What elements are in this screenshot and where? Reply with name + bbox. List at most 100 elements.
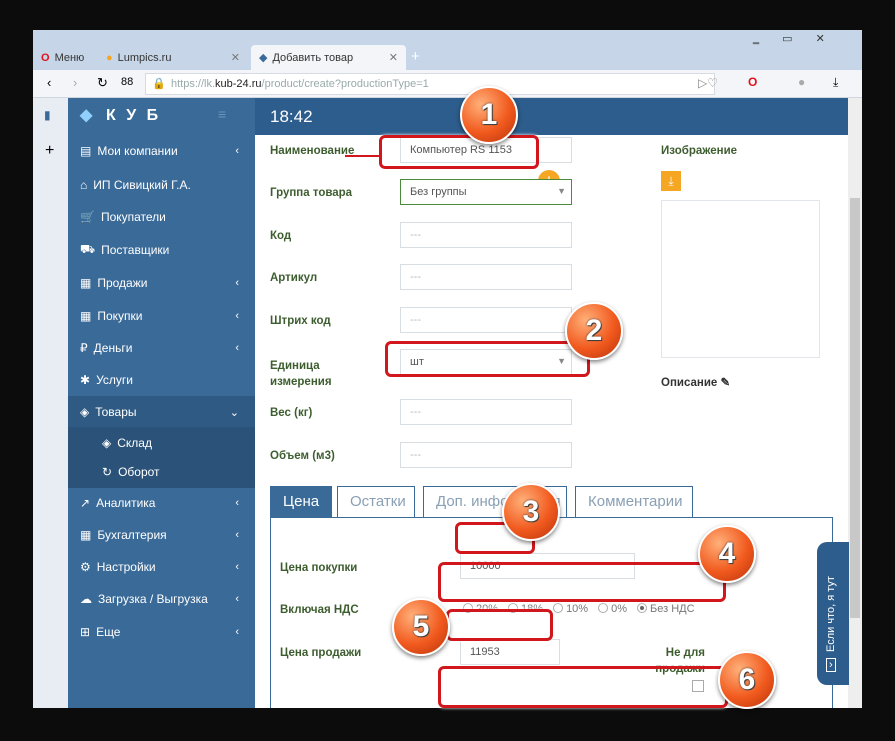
barcode-input[interactable]: --- (400, 307, 572, 333)
chevron-icon: ‹ (235, 277, 239, 289)
vpn-icon[interactable]: ● (798, 75, 805, 89)
sidebar-item-label: Деньги (93, 341, 133, 355)
code-input[interactable]: --- (400, 222, 572, 248)
vat-radio[interactable]: 10% (553, 603, 588, 615)
add-icon[interactable]: + (45, 142, 54, 160)
sidebar-item[interactable]: ⚙ Настройки ‹ (68, 551, 255, 583)
sidebar-item-icon: ▤ (80, 144, 92, 158)
weight-input[interactable]: --- (400, 399, 572, 425)
vat-radio[interactable]: Без НДС (637, 603, 695, 615)
sidebar-item-label: Оборот (118, 465, 160, 479)
sidebar-item[interactable]: ₽ Деньги ‹ (68, 332, 255, 364)
download-icon[interactable]: ⤓ (833, 75, 838, 90)
close-tab-icon[interactable]: ✕ (231, 51, 240, 64)
sidebar-item-icon: ⚙ (80, 560, 91, 574)
chevron-icon: ‹ (235, 145, 239, 157)
volume-label: Объем (м3) (270, 450, 335, 462)
buy-price-label: Цена покупки (280, 562, 358, 574)
sidebar-item[interactable]: ⌂ ИП Сивицкий Г.А. (68, 169, 255, 201)
article-input[interactable]: --- (400, 264, 572, 290)
sell-price-input[interactable]: 11953 (460, 639, 560, 665)
chevron-down-icon: ▼ (557, 186, 566, 196)
group-select[interactable]: Без группы ▼ (400, 179, 572, 205)
sidebar-item[interactable]: ▦ Покупки ‹ (68, 300, 255, 332)
sidebar-item[interactable]: ✱ Услуги (68, 364, 255, 396)
sidebar-item[interactable]: ▤ Мои компании ‹ (68, 135, 255, 167)
sidebar-item[interactable]: ↻ Оборот (68, 456, 255, 488)
sidebar-item-label: Склад (117, 436, 152, 450)
close-tab-icon[interactable]: ✕ (389, 51, 398, 64)
bookmark-heart-icon[interactable]: ▷♡ (698, 76, 718, 90)
sidebar-item-label: Бухгалтерия (97, 528, 167, 542)
sidebar-item[interactable]: ☁ Загрузка / Выгрузка ‹ (68, 583, 255, 615)
sidebar-item-icon: ◈ (102, 436, 112, 450)
window-controls[interactable]: ‗ ▭ ✕ (753, 32, 835, 45)
sidebar-item[interactable]: ⛟ Поставщики (68, 234, 255, 266)
sidebar-item-icon: ⌂ (80, 178, 88, 192)
tab-comments[interactable]: Комментарии (575, 486, 693, 518)
scrollbar[interactable] (848, 98, 862, 708)
back-icon[interactable]: ‹ (47, 75, 51, 90)
hamburger-icon[interactable]: ≡ (218, 106, 229, 122)
tab-lumpics[interactable]: ● Lumpics.ru ✕ (98, 45, 248, 70)
new-tab-icon[interactable]: + (411, 48, 420, 65)
sidebar-item[interactable]: 🛒 Покупатели (68, 201, 255, 233)
tab-price[interactable]: Цена (270, 486, 333, 518)
opera-extension-icon[interactable]: O (748, 75, 757, 89)
sidebar-item[interactable]: ▦ Бухгалтерия ‹ (68, 519, 255, 551)
chevron-icon: ‹ (235, 342, 239, 354)
code-label: Код (270, 230, 292, 242)
lock-icon: 🔒 (152, 78, 166, 90)
sidebar-item-label: Настройки (96, 560, 156, 574)
highlight-line (345, 155, 381, 157)
chevron-icon: ‹ (235, 497, 239, 509)
sidebar-item[interactable]: ⊞ Еще ‹ (68, 616, 255, 648)
sidebar-item[interactable]: ↗ Аналитика ‹ (68, 487, 255, 519)
sidebar-item-label: Аналитика (96, 496, 156, 510)
upload-icon[interactable]: ⤓ (661, 171, 681, 191)
sidebar-item-label: ИП Сивицкий Г.А. (93, 178, 191, 192)
volume-input[interactable]: --- (400, 442, 572, 468)
sidebar-item[interactable]: ◈ Товары ⌄ (68, 396, 255, 428)
url-input[interactable]: 🔒 https://lk.kub-24.ru/product/create?pro… (145, 73, 715, 95)
sidebar-item-icon: ☁ (80, 592, 92, 606)
radio-icon (553, 603, 564, 613)
forward-icon[interactable]: › (73, 75, 77, 90)
chevron-icon: ‹ (235, 626, 239, 638)
description-label: Описание ✎ (661, 377, 731, 389)
chevron-icon: ⌄ (229, 406, 239, 419)
chevron-icon: ‹ (235, 593, 239, 605)
sidebar-item[interactable]: ◈ Склад (68, 427, 255, 459)
tab-bar: O Меню ● Lumpics.ru ✕ ◆ Добавить товар ✕ + ‗ … (33, 30, 862, 70)
tab-add-product[interactable]: ◆ Добавить товар ✕ (251, 45, 406, 70)
sidebar-item-label: Поставщики (101, 243, 170, 257)
help-widget[interactable]: Если что, я тут › (817, 542, 849, 685)
sidebar: ◆ К У Б ≡ ▤ Мои компании ‹ ⌂ ИП Сивицкий Г.А. 🛒… (68, 98, 255, 708)
cube-favicon-icon: ◆ (259, 52, 268, 64)
chevron-icon: ‹ (235, 561, 239, 573)
step-badge-4: 4 (698, 525, 756, 583)
sidebar-item-icon: ⛟ (80, 242, 96, 256)
chevron-right-icon: › (826, 658, 836, 672)
sidebar-item-label: Покупатели (100, 210, 166, 224)
step-badge-5: 5 (392, 598, 450, 656)
image-dropzone[interactable] (661, 200, 820, 358)
highlight-box (379, 135, 539, 169)
sell-price-label: Цена продажи (280, 647, 362, 659)
messenger-icon[interactable]: ▮ (44, 108, 51, 122)
highlight-box (438, 562, 726, 602)
radio-icon (598, 603, 609, 613)
radio-icon (637, 603, 647, 613)
vat-radio[interactable]: 0% (598, 603, 627, 615)
speed-dial-icon[interactable]: 88 (121, 76, 133, 88)
opera-menu[interactable]: O Меню (33, 45, 98, 70)
article-label: Артикул (270, 272, 318, 284)
sidebar-item[interactable]: ▦ Продажи ‹ (68, 267, 255, 299)
pencil-icon[interactable]: ✎ (721, 377, 731, 389)
reload-icon[interactable]: ↻ (97, 75, 108, 91)
step-badge-3: 3 (502, 483, 560, 541)
sidebar-item-icon: ✱ (80, 373, 91, 387)
tab-stock[interactable]: Остатки (337, 486, 415, 518)
sidebar-item-label: Товары (95, 405, 137, 419)
barcode-label: Штрих код (270, 315, 331, 327)
